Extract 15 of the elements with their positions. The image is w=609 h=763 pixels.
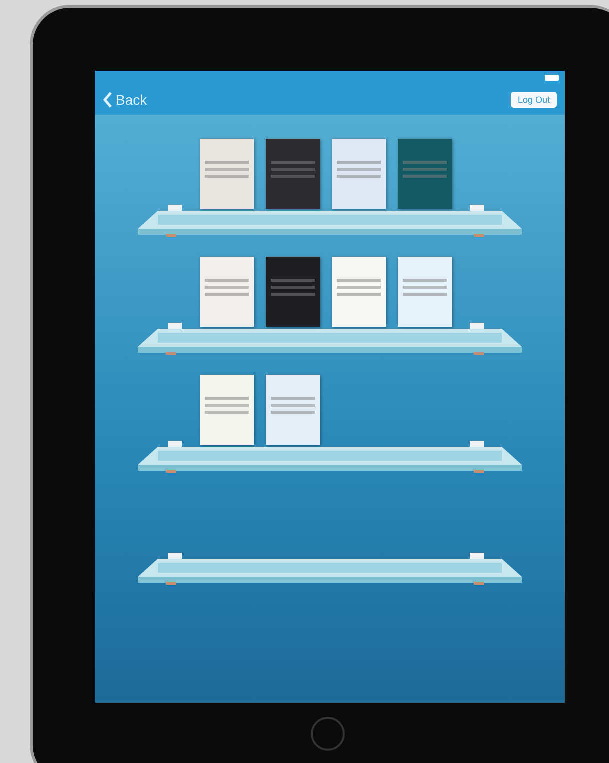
back-button[interactable]: Back — [103, 92, 148, 108]
chevron-left-icon — [103, 92, 113, 108]
battery-icon — [545, 75, 559, 81]
home-button[interactable] — [311, 717, 345, 751]
logout-button[interactable]: Log Out — [510, 92, 557, 108]
book-cover[interactable] — [200, 139, 254, 209]
book-cover[interactable] — [266, 139, 320, 209]
book-cover[interactable] — [266, 375, 320, 445]
book-cover[interactable] — [332, 257, 386, 327]
book-cover[interactable] — [266, 257, 320, 327]
book-cover[interactable] — [332, 139, 386, 209]
book-cover[interactable] — [200, 375, 254, 445]
book-cover[interactable] — [398, 139, 452, 209]
book-cover[interactable] — [200, 257, 254, 327]
book-cover[interactable] — [398, 257, 452, 327]
